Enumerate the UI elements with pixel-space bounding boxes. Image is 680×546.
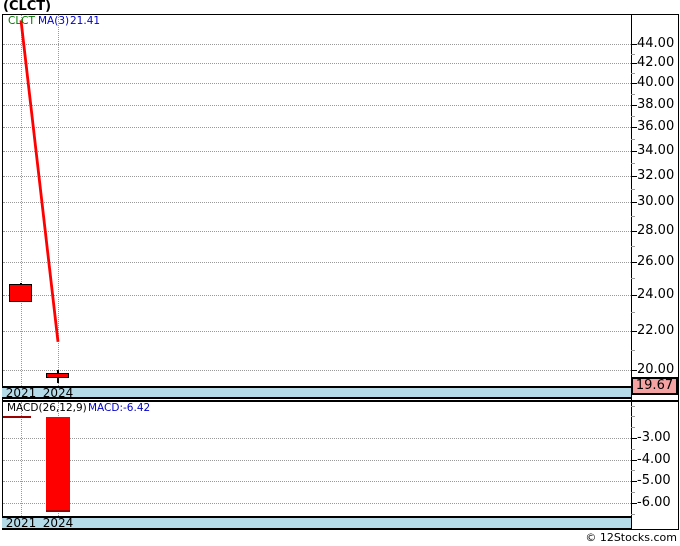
price-axis-tick-label: 32.00 [637,168,675,183]
macd-gridline [3,481,631,482]
macd-gridline [3,503,631,504]
price-axis-tick-label: 34.00 [637,143,675,158]
price-axis-tick-label: 36.00 [637,119,675,134]
price-gridline [3,370,631,371]
macd-axis-tick-label: -3.00 [637,430,671,445]
candle-body [46,373,69,378]
price-axis-minor-tick [631,189,635,190]
xaxis-year-label: 2024 [42,386,74,400]
legend-ma-label: MA(3) [38,15,70,27]
price-axis-tick-label: 44.00 [637,36,675,51]
macd-gridline [3,438,631,439]
price-axis-minor-tick [631,246,635,247]
price-axis-minor-tick [631,216,635,217]
price-gridline [3,202,631,203]
macd-axis-tick-label: -6.00 [637,495,671,510]
macd-axis-minor-tick [631,470,635,471]
macd-axis-minor-tick [631,427,635,428]
price-axis-tick-label: 40.00 [637,75,675,90]
macd-axis-minor-tick [631,406,635,407]
price-axis-minor-tick [631,350,635,351]
macd-axis-minor-tick [631,492,635,493]
watermark-link[interactable]: © 12Stocks.com [585,531,677,545]
price-axis-tick-label: 42.00 [637,55,675,70]
xaxis-year-label: 2024 [42,516,74,530]
price-axis-minor-tick [631,94,635,95]
last-price-badge: 19.67 [631,377,678,395]
price-gridline [3,151,631,152]
macd-axis-tick-label: -4.00 [637,452,671,467]
price-gridline [3,176,631,177]
price-axis-minor-tick [631,163,635,164]
chart-plot-area: 44.00 42.00 40.00 38.00 36.00 34.00 32.00 30.00… [0,0,680,546]
price-gridline [3,331,631,332]
price-axis-minor-tick [631,278,635,279]
legend-symbol: CLCT [8,15,35,27]
price-axis-tick-label: 28.00 [637,223,675,238]
price-axis-minor-tick [631,139,635,140]
macd-line [3,416,31,418]
price-axis-tick-label: 24.00 [637,287,675,302]
price-gridline [3,44,631,45]
price-gridline [3,295,631,296]
price-gridline [3,105,631,106]
macd-current-value-label: MACD:-6.42 [88,402,151,414]
price-axis-minor-tick [631,312,635,313]
xaxis-year-label: 2021 [5,516,37,530]
price-axis-minor-tick [631,116,635,117]
macd-gridline [3,460,631,461]
stock-chart-screenshot: (CLCT) 44.00 42.00 40.00 38.00 36.00 34.00 32.… [0,0,680,546]
price-axis-minor-tick [631,73,635,74]
macd-axis-tick-label: -5.00 [637,473,671,488]
price-gridline [3,127,631,128]
price-gridline [3,83,631,84]
macd-histogram-bar [46,417,70,512]
price-axis-tick-label: 26.00 [637,254,675,269]
price-axis-tick-label: 22.00 [637,323,675,338]
price-axis-tick-label: 20.00 [637,362,675,377]
ma3-line [19,20,60,342]
macd-year-gridline [21,402,22,516]
macd-params-label: MACD(26,12,9) [7,402,87,414]
price-axis-tick-label: 30.00 [637,194,675,209]
macd-axis-minor-tick [631,514,635,515]
price-axis-minor-tick [631,54,635,55]
xaxis-year-label: 2021 [5,386,37,400]
price-gridline [3,231,631,232]
price-gridline [3,262,631,263]
price-year-gridline [21,15,22,386]
price-year-gridline [58,15,59,386]
price-gridline [3,63,631,64]
macd-axis-minor-tick [631,449,635,450]
price-axis-tick-label: 38.00 [637,97,675,112]
macd-axis-minor-tick [631,416,635,417]
legend-ma-value: 21.41 [70,15,101,27]
candle-body [9,284,32,302]
